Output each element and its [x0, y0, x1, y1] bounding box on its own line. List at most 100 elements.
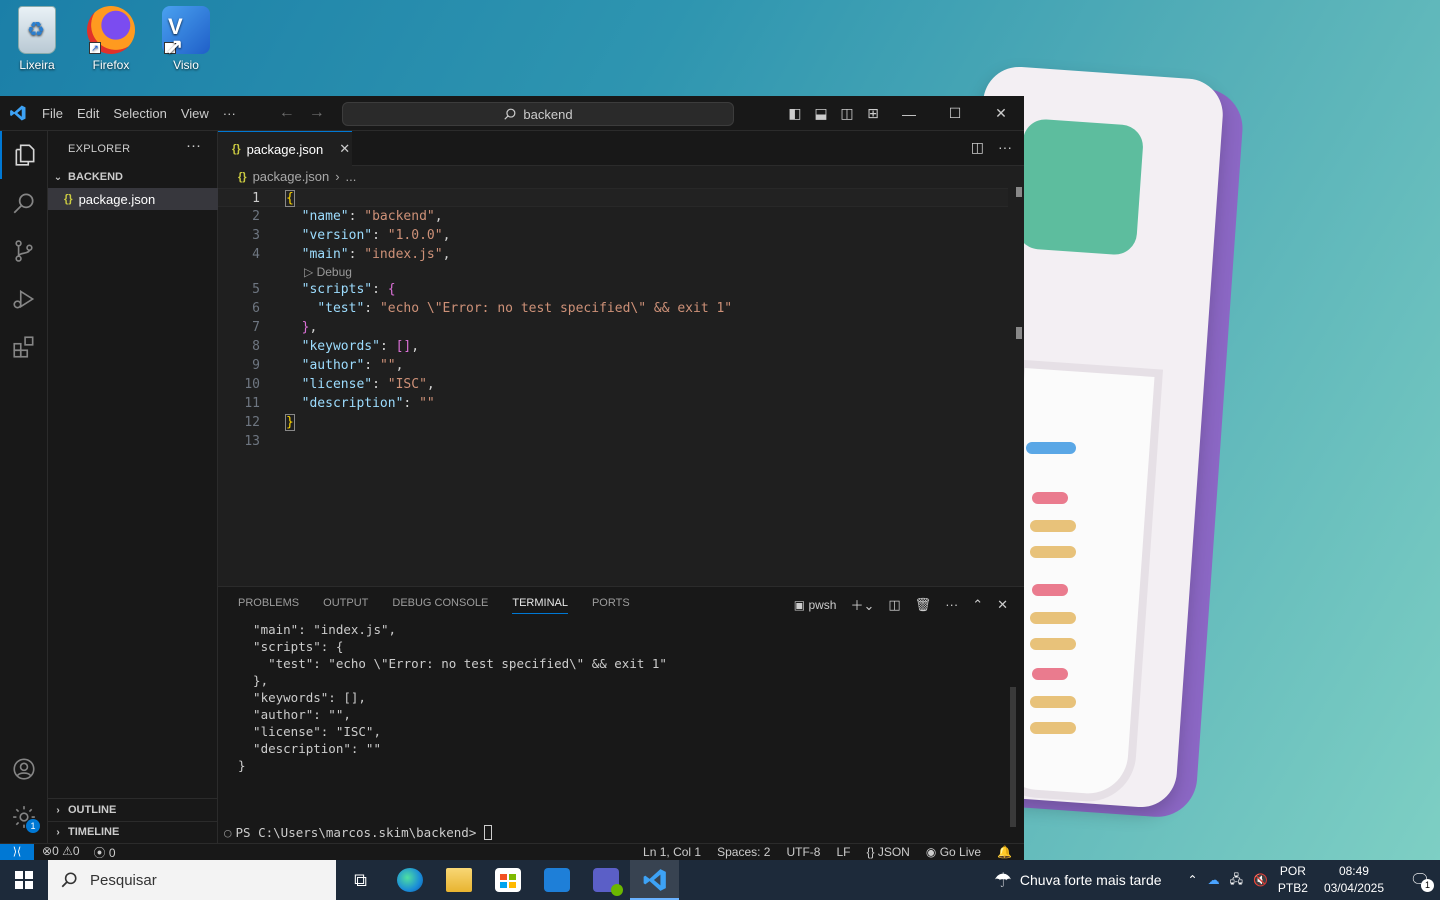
- menu-selection[interactable]: Selection: [106, 96, 173, 131]
- store-icon: [494, 868, 521, 892]
- editor-more-actions-icon[interactable]: ···: [998, 139, 1012, 156]
- desktop-icon-recycle-bin[interactable]: Lixeira: [4, 6, 70, 72]
- source-control-icon[interactable]: [0, 227, 48, 275]
- search-text: backend: [523, 106, 573, 122]
- language-mode[interactable]: {} JSON: [866, 844, 909, 861]
- maximize-panel-chevron-up-icon[interactable]: ⌃: [972, 597, 983, 613]
- back-arrow-icon[interactable]: ←: [279, 104, 295, 122]
- indentation[interactable]: Spaces: 2: [717, 844, 770, 861]
- weather-widget[interactable]: ☂ Chuva forte mais tarde: [994, 868, 1162, 893]
- network-icon[interactable]: 🖧: [1230, 870, 1243, 891]
- toggle-panel-icon[interactable]: ⬓: [808, 105, 834, 122]
- input-language[interactable]: POR PTB2: [1278, 863, 1308, 897]
- section-outline[interactable]: › OUTLINE: [48, 799, 218, 821]
- command-center-search[interactable]: backend: [342, 102, 734, 126]
- codelens-debug[interactable]: ▷ Debug: [218, 264, 1008, 280]
- task-view-button[interactable]: ⧉: [336, 860, 385, 900]
- ports-status[interactable]: ⦿ 0: [94, 844, 116, 861]
- chevron-down-icon: ⌄: [53, 171, 63, 183]
- panel-tab-terminal[interactable]: TERMINAL: [512, 597, 568, 614]
- search-icon: [61, 872, 77, 888]
- terminal-scrollbar[interactable]: [1010, 687, 1016, 827]
- task-view-icon: ⧉: [354, 869, 367, 890]
- vscode-window: File Edit Selection View ··· ← → backend…: [0, 96, 1024, 861]
- split-terminal-icon[interactable]: ◫: [888, 597, 900, 613]
- accounts-icon[interactable]: [0, 745, 48, 793]
- activity-bar: 1: [0, 131, 48, 843]
- menu-file[interactable]: File: [35, 96, 70, 131]
- close-tab-icon[interactable]: ✕: [339, 141, 350, 157]
- code-line: 4 "main": "index.js",: [252, 247, 451, 262]
- error-icon: ⊗: [42, 843, 53, 858]
- maximize-button[interactable]: ☐: [932, 96, 978, 131]
- taskbar-search-box[interactable]: Pesquisar: [48, 860, 336, 900]
- run-debug-icon[interactable]: [0, 275, 48, 323]
- onedrive-cloud-icon[interactable]: ☁: [1208, 873, 1220, 887]
- show-hidden-icons-chevron-up-icon[interactable]: ⌃: [1188, 873, 1198, 887]
- chevron-right-icon: ›: [335, 169, 340, 184]
- code-line: 11 "description": "": [244, 396, 435, 411]
- start-button[interactable]: [0, 860, 48, 900]
- taskbar-edge[interactable]: [385, 860, 434, 900]
- toggle-sidebar-icon[interactable]: ◧: [782, 105, 808, 122]
- split-editor-icon[interactable]: ◫: [971, 139, 984, 156]
- remote-indicator-icon[interactable]: ⟩⟨: [0, 843, 34, 861]
- terminal-prompt[interactable]: ○ PS C:\Users\marcos.skim\backend>: [224, 825, 493, 840]
- clock[interactable]: 08:49 03/04/2025: [1324, 863, 1384, 897]
- forward-arrow-icon[interactable]: →: [309, 104, 325, 122]
- menu-more[interactable]: ···: [216, 96, 243, 131]
- vscode-icon: [643, 869, 666, 891]
- terminal-output[interactable]: "main": "index.js", "scripts": { "test":…: [238, 621, 667, 774]
- notifications-bell-icon[interactable]: 🔔: [997, 844, 1012, 861]
- folder-backend[interactable]: ⌄ BACKEND: [48, 166, 218, 188]
- desktop-icon-label: Lixeira: [19, 58, 55, 72]
- explorer-icon[interactable]: [0, 131, 48, 179]
- code-line: 7 },: [252, 320, 318, 335]
- chevron-right-icon: ›: [56, 804, 60, 816]
- cursor-position[interactable]: Ln 1, Col 1: [643, 844, 701, 861]
- desktop-icon-visio[interactable]: V ↗ Visio: [153, 6, 219, 72]
- kill-terminal-trash-icon[interactable]: 🗑: [915, 597, 932, 613]
- customize-layout-icon[interactable]: ⊞: [860, 105, 886, 122]
- menu-view[interactable]: View: [174, 96, 216, 131]
- panel-tab-problems[interactable]: PROBLEMS: [238, 597, 299, 614]
- manage-gear-icon[interactable]: 1: [0, 793, 48, 841]
- taskbar-vscode[interactable]: [630, 860, 679, 900]
- explorer-more-actions-icon[interactable]: ···: [186, 137, 201, 154]
- scrollbar-marker[interactable]: [1016, 327, 1022, 339]
- panel-tab-ports[interactable]: PORTS: [592, 597, 630, 614]
- taskbar-store[interactable]: [483, 860, 532, 900]
- panel-tab-output[interactable]: OUTPUT: [323, 597, 368, 614]
- code-editor[interactable]: 1{ 2 "name": "backend", 3 "version": "1.…: [218, 188, 1008, 451]
- file-package-json[interactable]: {} package.json: [48, 188, 218, 210]
- go-live-button[interactable]: ◉ Go Live: [926, 844, 981, 861]
- search-view-icon[interactable]: [0, 179, 48, 227]
- taskbar-teams[interactable]: [581, 860, 630, 900]
- menu-edit[interactable]: Edit: [70, 96, 106, 131]
- terminal-shell-selector[interactable]: ▣ pwsh: [794, 598, 837, 612]
- firefox-icon: ↗: [87, 6, 135, 54]
- problems-status[interactable]: ⊗0 ⚠0: [42, 844, 80, 861]
- notification-center-button[interactable]: 🗨 1: [1400, 860, 1440, 900]
- end-of-line[interactable]: LF: [836, 844, 850, 861]
- editor-tabs: {} package.json ✕ ◫ ···: [218, 131, 1024, 166]
- close-panel-icon[interactable]: ✕: [997, 597, 1008, 613]
- panel-more-actions-icon[interactable]: ···: [945, 597, 958, 612]
- extensions-icon[interactable]: [0, 323, 48, 371]
- volume-muted-icon[interactable]: 🔇: [1253, 873, 1268, 887]
- desktop-icon-firefox[interactable]: ↗ Firefox: [78, 6, 144, 72]
- minimize-button[interactable]: —: [886, 96, 932, 131]
- breadcrumb: {} package.json › ...: [238, 169, 356, 184]
- breadcrumb-symbol[interactable]: ...: [346, 169, 357, 184]
- taskbar-file-explorer[interactable]: [434, 860, 483, 900]
- new-terminal-icon[interactable]: ＋⌄: [850, 595, 874, 614]
- encoding[interactable]: UTF-8: [786, 844, 820, 861]
- taskbar-mail[interactable]: [532, 860, 581, 900]
- tab-package-json[interactable]: {} package.json ✕: [218, 131, 352, 166]
- panel-tab-debug-console[interactable]: DEBUG CONSOLE: [392, 597, 488, 614]
- scrollbar-marker[interactable]: [1016, 187, 1022, 197]
- breadcrumb-file[interactable]: package.json: [253, 169, 330, 184]
- section-timeline[interactable]: › TIMELINE: [48, 821, 218, 843]
- toggle-secondary-sidebar-icon[interactable]: ◫: [834, 105, 860, 122]
- close-button[interactable]: ✕: [978, 96, 1024, 131]
